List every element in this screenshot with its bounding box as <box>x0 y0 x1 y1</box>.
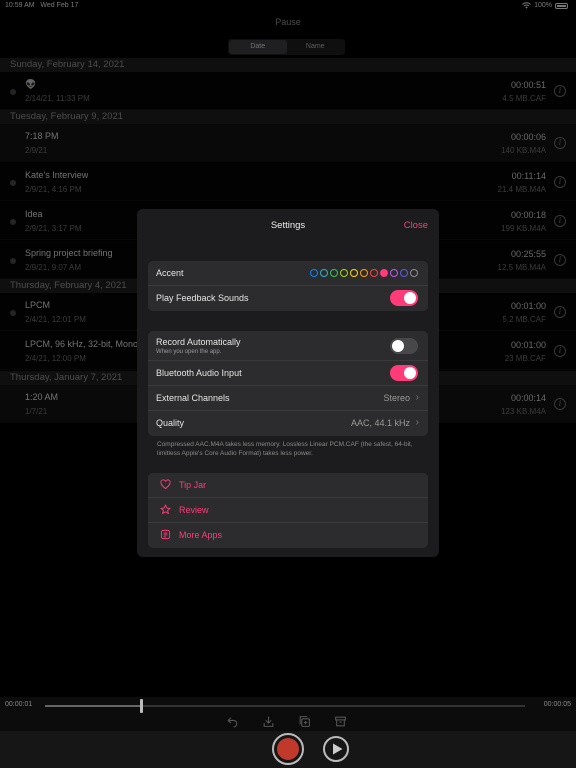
accent-row: Accent <box>148 261 428 286</box>
tip-jar-row[interactable]: Tip Jar <box>148 473 428 498</box>
elapsed-time: 00:00:01 <box>5 701 33 708</box>
more-apps-row[interactable]: More Apps <box>148 523 428 548</box>
accent-color-picker <box>310 269 418 277</box>
record-automatically-row: Record Automatically When you open the a… <box>148 331 428 361</box>
more-apps-label: More Apps <box>179 530 223 540</box>
accent-color-swatch[interactable] <box>400 269 408 277</box>
accent-color-swatch[interactable] <box>380 269 388 277</box>
play-icon <box>333 743 343 755</box>
accent-color-swatch[interactable] <box>340 269 348 277</box>
quality-footnote: Compressed AAC.M4A takes less memory. Lo… <box>157 441 413 457</box>
toggle-knob <box>392 340 404 352</box>
app-store-icon <box>159 529 171 541</box>
chevron-right-icon: › <box>415 417 419 428</box>
settings-modal: Settings Close Accent Play Feedback Soun… <box>137 209 439 557</box>
bluetooth-label: Bluetooth Audio Input <box>156 368 242 378</box>
review-label: Review <box>179 505 209 515</box>
playback-scrubber[interactable] <box>45 699 525 713</box>
scrubber-thumb[interactable] <box>140 699 143 713</box>
player-bar: 00:00:01 00:00:05 <box>0 697 576 768</box>
record-button[interactable] <box>272 733 304 765</box>
accent-color-swatch[interactable] <box>310 269 318 277</box>
play-button[interactable] <box>323 736 349 762</box>
duplicate-icon[interactable] <box>297 715 311 729</box>
star-icon <box>159 504 171 516</box>
total-time: 00:00:05 <box>543 701 571 708</box>
transport-controls <box>0 731 576 768</box>
settings-header: Settings Close <box>137 209 439 241</box>
quality-label: Quality <box>156 418 185 428</box>
accent-color-swatch[interactable] <box>390 269 398 277</box>
archive-icon[interactable] <box>333 715 347 729</box>
accent-color-swatch[interactable] <box>320 269 328 277</box>
review-row[interactable]: Review <box>148 498 428 523</box>
accent-color-swatch[interactable] <box>330 269 338 277</box>
accent-color-swatch[interactable] <box>410 269 418 277</box>
scrubber-fill <box>45 705 141 707</box>
toggle-knob <box>404 367 416 379</box>
accent-color-swatch[interactable] <box>360 269 368 277</box>
feedback-sounds-label: Play Feedback Sounds <box>156 293 249 303</box>
quality-value: AAC, 44.1 kHz <box>350 418 410 428</box>
links-group: Tip Jar Review More Apps <box>148 473 428 548</box>
bluetooth-toggle[interactable] <box>390 365 418 381</box>
settings-title: Settings <box>270 220 306 231</box>
feedback-sounds-toggle[interactable] <box>390 290 418 306</box>
undo-icon[interactable] <box>225 715 239 729</box>
appearance-group: Accent Play Feedback Sounds <box>148 261 428 311</box>
accent-color-swatch[interactable] <box>350 269 358 277</box>
external-channels-label: External Channels <box>156 393 230 403</box>
external-channels-row[interactable]: External Channels Stereo › <box>148 386 428 411</box>
quality-row[interactable]: Quality AAC, 44.1 kHz › <box>148 411 428 436</box>
record-automatically-toggle[interactable] <box>390 338 418 354</box>
close-button[interactable]: Close <box>404 220 428 231</box>
external-channels-value: Stereo <box>383 393 410 403</box>
chevron-right-icon: › <box>415 392 419 403</box>
heart-icon <box>159 479 171 491</box>
accent-label: Accent <box>156 268 184 278</box>
tip-jar-label: Tip Jar <box>179 480 207 490</box>
feedback-sounds-row: Play Feedback Sounds <box>148 286 428 311</box>
download-icon[interactable] <box>261 715 275 729</box>
record-automatically-subtitle: When you open the app. <box>156 349 222 355</box>
record-automatically-label: Record Automatically <box>156 337 241 347</box>
toggle-knob <box>404 292 416 304</box>
toolbar <box>225 715 347 729</box>
recording-settings-group: Record Automatically When you open the a… <box>148 331 428 436</box>
bluetooth-row: Bluetooth Audio Input <box>148 361 428 386</box>
accent-color-swatch[interactable] <box>370 269 378 277</box>
